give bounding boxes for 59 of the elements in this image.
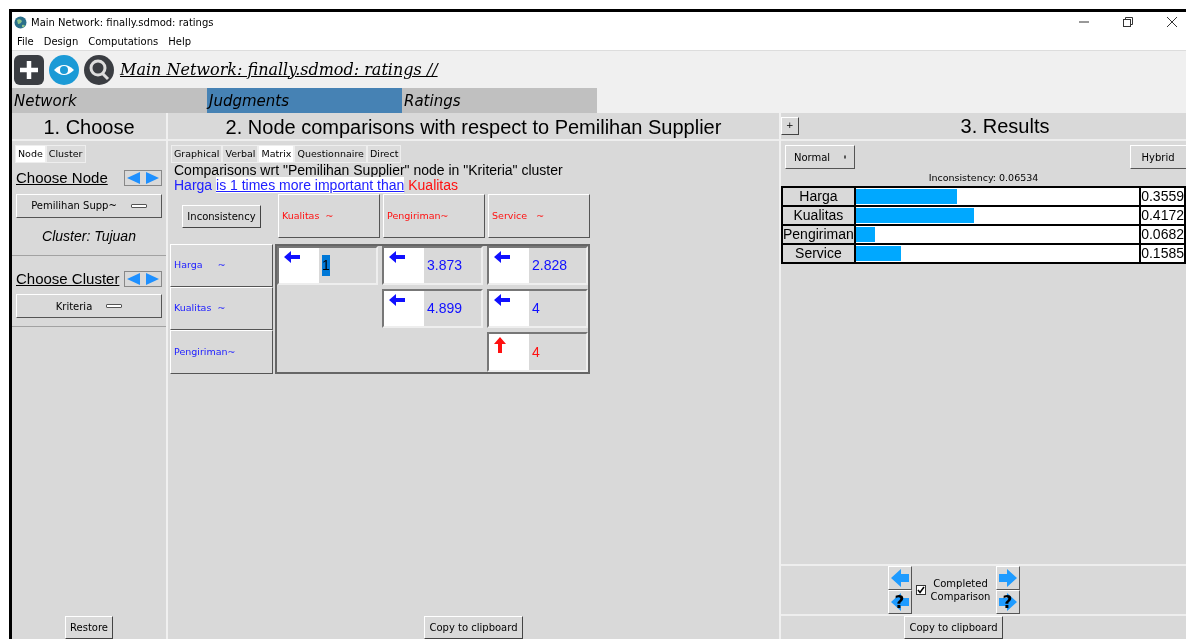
result-name: Service <box>782 244 855 264</box>
mode-tab[interactable]: Network <box>12 88 207 113</box>
checkbox[interactable] <box>915 585 926 595</box>
restore-button[interactable]: Restore <box>65 616 113 639</box>
row-header[interactable]: Kualitas ~ <box>170 287 273 330</box>
network-path-link[interactable]: Main Network: finally.sdmod: ratings // <box>120 57 438 82</box>
row-header[interactable]: Pengiriman~ <box>170 330 273 374</box>
comparison-statement: Harga is 1 times more important than Kualitas <box>174 178 460 193</box>
expand-button[interactable]: + <box>781 117 799 135</box>
globe-icon <box>14 15 27 29</box>
panel-tab[interactable]: Node <box>15 145 46 163</box>
comparison-value[interactable]: 4 <box>529 291 540 326</box>
copy-button[interactable]: Copy to clipboard <box>424 616 523 639</box>
mode-tab[interactable]: Judgments <box>207 88 402 113</box>
panel-tab[interactable]: Questionnaire <box>294 145 367 163</box>
nav-button[interactable] <box>887 566 912 590</box>
comparison-value[interactable]: 1 <box>319 248 330 283</box>
panel-title: 1. Choose <box>12 113 166 141</box>
result-name: Pengiriman <box>782 225 855 245</box>
menu-item[interactable]: File <box>17 33 34 49</box>
panel-title: 3. Results <box>960 114 1050 139</box>
magnifier-icon[interactable] <box>83 53 115 86</box>
section-label: Choose Cluster <box>16 268 120 289</box>
result-name: Kualitas <box>782 206 855 226</box>
mode-tab[interactable]: Ratings <box>402 88 597 113</box>
menu-item[interactable]: Design <box>43 33 79 49</box>
menu-item[interactable]: Computations <box>88 33 159 49</box>
panel-tab[interactable]: Cluster <box>45 145 86 163</box>
right-arrow-icon <box>997 592 1018 612</box>
result-value: 0.3559 <box>1140 187 1185 207</box>
nav-button[interactable]: ? <box>995 590 1020 614</box>
plus-icon[interactable] <box>13 53 45 86</box>
panel-title: 2. Node comparisons with respect to Pemilihan Supplier <box>168 113 779 141</box>
result-name: Harga <box>782 187 855 207</box>
row-header[interactable]: Harga ~ <box>170 244 273 287</box>
panel-tab[interactable]: Verbal <box>222 145 259 163</box>
restore-icon[interactable] <box>1122 16 1134 28</box>
checkbox-label: Completed Comparison <box>929 577 992 603</box>
nav-button[interactable]: ? <box>887 590 912 614</box>
panel-tab[interactable]: Direct <box>366 145 402 163</box>
close-icon[interactable] <box>1166 16 1178 28</box>
right-arrow-icon <box>997 568 1018 588</box>
left-arrow-icon <box>889 592 910 612</box>
copy-button[interactable]: Copy to clipboard <box>904 616 1003 639</box>
comparison-heading: Comparisons wrt "Pemilihan Supplier" node in "Kriteria" cluster <box>174 163 564 178</box>
view-dropdown[interactable]: Hybrid <box>1130 145 1186 169</box>
inconsistency-button[interactable]: Inconsistency <box>182 204 261 228</box>
inconsistency-value: Inconsistency: 0.06534 <box>927 171 1040 185</box>
window-title: Main Network: finally.sdmod: ratings <box>31 15 214 30</box>
cluster-dropdown[interactable]: Kriteria <box>16 294 162 318</box>
mode-dropdown[interactable]: Normal <box>785 145 855 169</box>
cluster-info: Cluster: Tujuan <box>41 226 137 246</box>
left-arrow-icon <box>889 568 910 588</box>
panel-tab[interactable]: Graphical <box>171 145 223 163</box>
menu-item[interactable]: Help <box>168 33 192 49</box>
nav-button[interactable] <box>995 566 1020 590</box>
section-label: Choose Node <box>16 168 108 188</box>
panel-tab[interactable]: Matrix <box>258 145 295 163</box>
node-dropdown[interactable]: Pemilihan Supp~ <box>16 193 162 218</box>
